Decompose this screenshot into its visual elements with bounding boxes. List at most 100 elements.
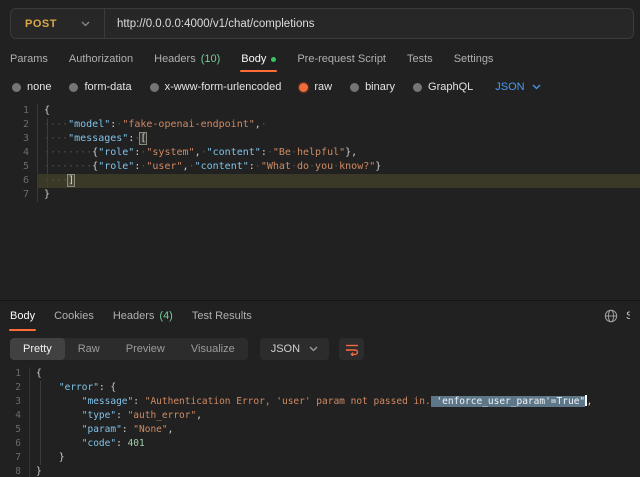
code-text: "error": { <box>30 381 640 395</box>
code-token-ws: ········ <box>44 161 92 172</box>
code-token-str: do <box>297 161 309 172</box>
indent-guide <box>40 381 41 465</box>
code-line[interactable]: 3····"messages":·[ <box>0 132 640 146</box>
code-line[interactable]: 2 "error": { <box>0 381 640 395</box>
code-line[interactable]: 4 "type": "auth_error", <box>0 409 640 423</box>
tab-label: Tests <box>407 53 433 65</box>
code-token-key: "messages" <box>68 133 128 144</box>
chevron-down-icon <box>81 21 90 27</box>
tab-label: Authorization <box>69 53 133 65</box>
url-input[interactable]: http://0.0.0.0:4000/v1/chat/completions <box>117 18 633 30</box>
code-line[interactable]: 1{ <box>0 104 640 118</box>
code-token-str: "system" <box>146 147 194 158</box>
code-line[interactable]: 4········{"role":·"system",·"content":·"… <box>0 146 640 160</box>
chevron-down-icon <box>309 346 318 352</box>
code-token-key: "content" <box>207 147 261 158</box>
line-number: 5 <box>0 423 30 437</box>
code-line[interactable]: 6····] <box>0 174 640 188</box>
code-token-brk: ] <box>68 175 74 186</box>
view-visualize[interactable]: Visualize <box>178 338 248 360</box>
code-line[interactable]: 7 } <box>0 451 640 465</box>
request-tabs: Params Authorization Headers(10) Body Pr… <box>0 46 640 72</box>
tab-headers[interactable]: Headers(10) <box>154 46 220 72</box>
mode-label: form-data <box>84 81 131 93</box>
tab-params[interactable]: Params <box>10 46 48 72</box>
response-tab-body[interactable]: Body <box>10 301 35 331</box>
mode-x-www-form-urlencoded[interactable]: x-www-form-urlencoded <box>150 81 282 93</box>
code-token-key: "role" <box>98 147 134 158</box>
code-token-ws: ········ <box>44 147 92 158</box>
line-number: 1 <box>0 104 38 118</box>
headers-count-badge: (4) <box>159 310 172 322</box>
tab-authorization[interactable]: Authorization <box>69 46 133 72</box>
language-label: JSON <box>271 343 300 355</box>
tab-label: Body <box>241 53 266 65</box>
code-token-p: }, <box>345 147 357 158</box>
tab-tests[interactable]: Tests <box>407 46 433 72</box>
line-number: 7 <box>0 451 30 465</box>
request-url-bar: POST http://0.0.0.0:4000/v1/chat/complet… <box>10 8 634 39</box>
body-mode-row: none form-data x-www-form-urlencoded raw… <box>12 75 640 99</box>
divider <box>104 9 105 38</box>
code-text: } <box>30 465 640 477</box>
code-line[interactable]: 1{ <box>0 367 640 381</box>
mode-graphql[interactable]: GraphQL <box>413 81 473 93</box>
method-label: POST <box>25 18 57 30</box>
raw-language-dropdown[interactable]: JSON <box>495 81 540 93</box>
view-pretty[interactable]: Pretty <box>10 338 65 360</box>
response-tab-test-results[interactable]: Test Results <box>192 301 252 331</box>
radio-icon <box>69 83 78 92</box>
code-token-num: 401 <box>128 438 145 449</box>
tab-pre-request-script[interactable]: Pre-request Script <box>297 46 386 72</box>
tab-body[interactable]: Body <box>241 46 276 72</box>
response-tab-cookies[interactable]: Cookies <box>54 301 94 331</box>
code-token-p: } <box>44 189 50 200</box>
code-token-brk: [ <box>140 133 146 144</box>
code-token-str: "auth_error" <box>128 410 197 421</box>
tab-settings[interactable]: Settings <box>454 46 494 72</box>
code-line[interactable]: 2····"model":·"fake-openai-endpoint",· <box>0 118 640 132</box>
code-line[interactable]: 7} <box>0 188 640 202</box>
view-preview[interactable]: Preview <box>113 338 178 360</box>
code-token-key: "content" <box>195 161 249 172</box>
indent-guide <box>47 118 48 188</box>
code-line[interactable]: 5········{"role":·"user",·"content":·"Wh… <box>0 160 640 174</box>
tab-label: Test Results <box>192 310 252 322</box>
code-text: ····] <box>38 174 640 188</box>
code-token-p: } <box>375 161 381 172</box>
code-token-key: "role" <box>98 161 134 172</box>
radio-icon <box>413 83 422 92</box>
response-body-editor[interactable]: 1{2 "error": {3 "message": "Authenticati… <box>0 367 640 477</box>
response-tab-headers[interactable]: Headers (4) <box>113 301 173 331</box>
radio-selected-icon <box>299 83 308 92</box>
tab-label: Headers <box>113 310 155 322</box>
method-dropdown[interactable]: POST <box>11 18 104 30</box>
code-text: ····"model":·"fake-openai-endpoint",· <box>38 118 640 132</box>
language-label: JSON <box>495 81 524 93</box>
code-token-ws: · <box>261 119 267 130</box>
line-number: 2 <box>0 381 30 395</box>
view-label: Visualize <box>191 343 235 355</box>
code-text: "message": "Authentication Error, 'user'… <box>30 395 640 409</box>
code-line[interactable]: 8} <box>0 465 640 477</box>
mode-binary[interactable]: binary <box>350 81 395 93</box>
code-token-key: "model" <box>68 119 110 130</box>
globe-icon[interactable] <box>604 309 618 323</box>
mode-none[interactable]: none <box>12 81 51 93</box>
wrap-text-button[interactable] <box>339 338 364 360</box>
request-body-editor[interactable]: 1{2····"model":·"fake-openai-endpoint",·… <box>0 104 640 202</box>
mode-raw[interactable]: raw <box>299 81 332 93</box>
mode-form-data[interactable]: form-data <box>69 81 131 93</box>
view-raw[interactable]: Raw <box>65 338 113 360</box>
code-token-sp <box>36 424 82 435</box>
line-number: 5 <box>0 160 38 174</box>
response-language-dropdown[interactable]: JSON <box>260 338 329 360</box>
code-line[interactable]: 6 "code": 401 <box>0 437 640 451</box>
code-token-key: "code" <box>82 438 116 449</box>
tab-label: Body <box>10 310 35 322</box>
code-line[interactable]: 3 "message": "Authentication Error, 'use… <box>0 395 640 409</box>
code-token-p: } <box>36 466 42 477</box>
mode-label: none <box>27 81 51 93</box>
code-line[interactable]: 5 "param": "None", <box>0 423 640 437</box>
code-token-sp <box>36 410 82 421</box>
